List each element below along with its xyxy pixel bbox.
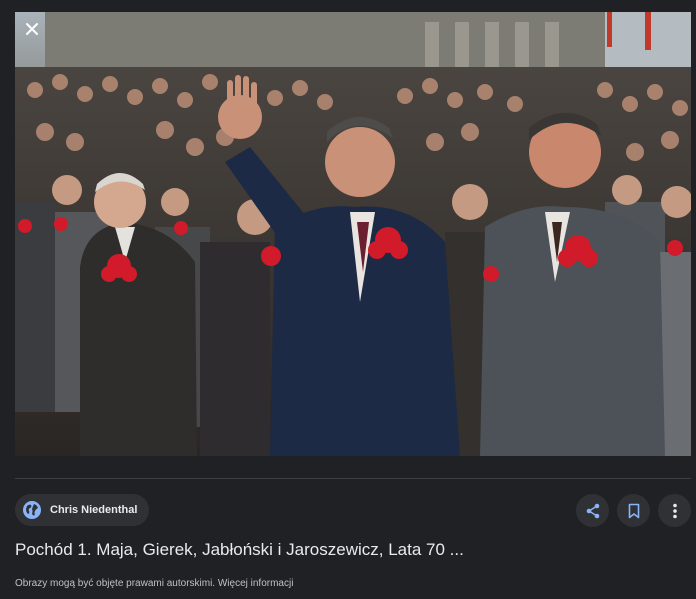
preview-image[interactable] — [15, 12, 691, 456]
more-options-button[interactable] — [658, 494, 691, 527]
save-button[interactable] — [617, 494, 650, 527]
action-buttons — [576, 494, 691, 527]
copyright-notice: Obrazy mogą być objęte prawami autorskim… — [15, 578, 293, 589]
source-name: Chris Niedenthal — [50, 504, 138, 516]
image-viewer-panel: Chris Niedenthal Pochód 1. Maja, Gierek,… — [0, 0, 696, 599]
close-button[interactable] — [17, 14, 47, 44]
globe-icon — [22, 500, 42, 520]
close-icon — [26, 23, 38, 35]
copyright-text: Obrazy mogą być objęte prawami autorskim… — [15, 578, 216, 589]
share-icon — [586, 503, 599, 518]
more-vert-icon — [672, 503, 677, 518]
bookmark-icon — [628, 503, 639, 518]
share-button[interactable] — [576, 494, 609, 527]
image-title-link[interactable]: Pochód 1. Maja, Gierek, Jabłoński i Jaro… — [15, 540, 464, 560]
parade-photo — [15, 12, 691, 456]
divider — [15, 478, 691, 479]
source-chip[interactable]: Chris Niedenthal — [15, 494, 150, 526]
more-info-link[interactable]: Więcej informacji — [218, 578, 294, 589]
